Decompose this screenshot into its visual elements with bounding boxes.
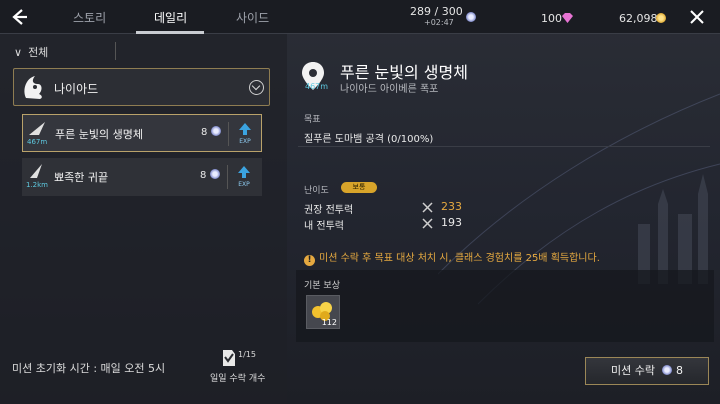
energy-icon (662, 365, 673, 375)
mission-name: 푸른 눈빛의 생명체 (55, 128, 143, 141)
my-power-label: 내 전투력 (304, 221, 344, 232)
section-header[interactable]: ∨ 전체 (14, 44, 48, 60)
mission-notice: ! 미션 수락 후 목표 대상 처치 시, 클래스 경험치를 25배 획득합니다. (304, 249, 600, 266)
naiad-emblem-icon (18, 72, 48, 102)
tab-side[interactable]: 사이드 (236, 9, 269, 26)
accept-mission-button[interactable]: 미션 수락 8 (585, 357, 709, 385)
daily-count-label: 일일 수락 개수 (210, 374, 266, 384)
tab-story[interactable]: 스토리 (73, 9, 106, 26)
divider (228, 122, 229, 146)
collapse-chevron-icon: ∨ (14, 46, 23, 59)
region-selector[interactable]: 나이아드 (13, 68, 270, 106)
top-bar: 스토리 데일리 사이드 289 / 300 +02:47 100 62,098 (0, 0, 720, 34)
daily-accept-counter: 1/15 일일 수락 개수 (210, 348, 274, 388)
warning-icon: ! (304, 255, 315, 266)
mission-distance: 467m (27, 138, 48, 146)
mission-item[interactable]: 467m 푸른 눈빛의 생명체 8 EXP (22, 114, 262, 152)
mission-list-panel: ∨ 전체 나이아드 467m 푸른 눈빛의 생명체 8 EXP 1.2km 뾰족한… (0, 34, 287, 404)
mission-cost: 8 (200, 169, 220, 181)
location-arrow-icon (27, 119, 49, 137)
mission-location: 나이아드 아이베른 폭포 (340, 84, 439, 95)
chevron-down-icon[interactable] (249, 80, 264, 95)
gem-icon (562, 12, 573, 23)
my-power-value: 193 (441, 216, 462, 229)
divider (298, 146, 710, 147)
accept-cost: 8 (675, 364, 683, 377)
reset-time-text: 미션 초기화 시간 : 매일 오전 5시 (12, 362, 166, 375)
reward-count: 112 (321, 318, 337, 327)
crossed-swords-icon (422, 218, 433, 229)
location-arrow-icon (26, 162, 48, 180)
reward-panel: 기본 보상 112 (296, 270, 714, 342)
goal-label: 목표 (304, 115, 321, 125)
region-name: 나이아드 (54, 82, 99, 96)
energy-icon (209, 169, 220, 179)
reward-label: 기본 보상 (304, 281, 340, 291)
energy-timer: +02:47 (424, 18, 454, 27)
energy-icon (466, 12, 476, 22)
gold-coin-icon (656, 13, 666, 23)
recommended-power-value: 233 (441, 200, 462, 213)
svg-text:EXP: EXP (238, 181, 250, 188)
daily-count-value: 1/15 (238, 350, 256, 359)
tab-daily[interactable]: 데일리 (154, 9, 187, 26)
scroll-icon (220, 348, 238, 368)
difficulty-badge: 보통 (341, 182, 377, 193)
back-arrow-icon[interactable] (8, 6, 30, 28)
svg-text:EXP: EXP (239, 138, 251, 145)
mission-item[interactable]: 1.2km 뾰족한 귀끝 8 EXP (22, 158, 262, 196)
mission-detail-panel: 467m 푸른 눈빛의 생명체 나이아드 아이베른 폭포 목표 질푸른 도마뱀 … (288, 34, 720, 404)
crossed-swords-icon (422, 202, 433, 213)
energy-icon (210, 126, 221, 136)
goal-text: 질푸른 도마뱀 공격 (0/100%) (304, 134, 434, 145)
section-title-label: 전체 (28, 46, 49, 59)
gold-value: 62,098 (619, 12, 658, 25)
mission-cost: 8 (201, 126, 221, 138)
divider (115, 42, 116, 60)
close-icon[interactable] (688, 8, 706, 26)
difficulty-label: 난이도 (304, 186, 329, 196)
notice-text: 미션 수락 후 목표 대상 처치 시, 클래스 경험치를 25배 획득합니다. (319, 253, 600, 264)
accept-label: 미션 수락 (611, 364, 655, 377)
exp-reward-icon: EXP (235, 121, 255, 145)
recommended-power-label: 권장 전투력 (304, 205, 354, 216)
energy-value: 289 / 300 (410, 5, 463, 18)
mission-name: 뾰족한 귀끝 (54, 171, 109, 184)
gem-value: 100 (541, 12, 562, 25)
gold-reward-item[interactable]: 112 (306, 295, 340, 329)
divider (227, 165, 228, 189)
exp-reward-icon: EXP (234, 164, 254, 188)
mission-distance: 467m (305, 82, 329, 91)
mission-distance: 1.2km (26, 181, 49, 189)
